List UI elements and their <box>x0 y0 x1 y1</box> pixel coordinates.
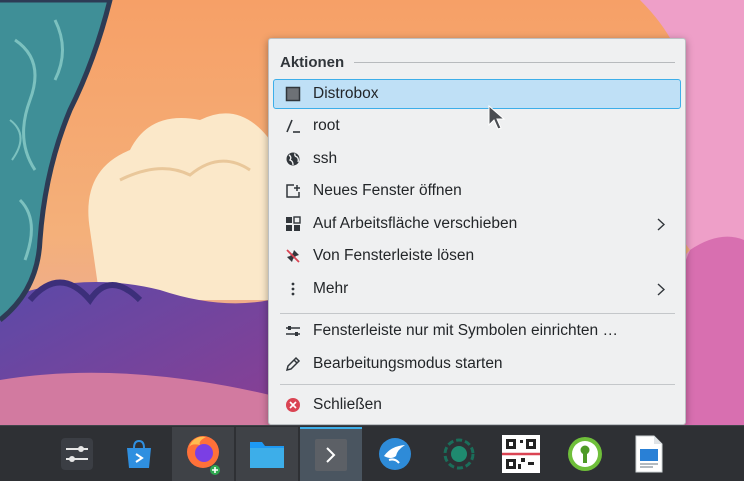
menu-item-close[interactable]: Schließen <box>273 390 681 420</box>
mouse-pointer-icon <box>488 105 506 130</box>
more-vertical-icon <box>284 280 302 298</box>
menu-item-label: ssh <box>313 150 338 167</box>
globe-icon <box>284 150 302 168</box>
menu-item-label: Schließen <box>313 396 382 413</box>
taskbar-panel <box>0 425 744 481</box>
menu-item-label: Neues Fenster öffnen <box>313 182 462 199</box>
menu-separator <box>280 313 675 314</box>
firefox-icon <box>187 436 220 475</box>
chevron-right-icon <box>654 282 668 296</box>
taskbar-file-manager[interactable] <box>236 427 298 481</box>
taskbar-application-launcher[interactable] <box>46 427 108 481</box>
menu-item-label: Bearbeitungsmodus starten <box>313 355 503 372</box>
terminal-prompt-icon <box>284 117 302 135</box>
virtual-desktops-icon <box>284 215 302 233</box>
menu-item-label: Mehr <box>313 280 349 297</box>
taskbar-document-viewer[interactable] <box>618 427 680 481</box>
bird-icon <box>379 438 411 470</box>
menu-item-distrobox[interactable]: Distrobox <box>273 79 681 109</box>
taskbar-discover-store[interactable] <box>108 427 170 481</box>
menu-separator <box>280 384 675 385</box>
section-title: Aktionen <box>280 53 345 71</box>
edit-pencil-icon <box>284 355 302 373</box>
menu-item-label: Fensterleiste nur mit Symbolen einrichte… <box>313 322 618 339</box>
dotted-circle-icon <box>443 438 475 470</box>
section-divider <box>354 61 675 63</box>
menu-item-unpin[interactable]: Von Fensterleiste lösen <box>273 241 681 271</box>
menu-item-ssh[interactable]: ssh <box>273 144 681 174</box>
menu-item-more[interactable]: Mehr <box>273 274 681 304</box>
sliders-launcher-icon <box>61 438 93 470</box>
terminal-square-icon <box>284 85 302 103</box>
menu-section-header: Aktionen <box>280 52 675 72</box>
terminal-icon <box>315 439 347 471</box>
configure-icon <box>284 322 302 340</box>
menu-item-edit-mode[interactable]: Bearbeitungsmodus starten <box>273 349 681 379</box>
document-icon <box>635 435 663 473</box>
taskbar-bird-app[interactable] <box>364 427 426 481</box>
menu-item-move-to-desktop[interactable]: Auf Arbeitsfläche verschieben <box>273 209 681 239</box>
menu-item-label: Distrobox <box>313 85 379 102</box>
context-menu: Aktionen Distrobox root ssh Neues Fenste… <box>268 38 686 425</box>
taskbar-konsole[interactable] <box>300 427 362 481</box>
folder-icon <box>250 442 284 468</box>
menu-item-label: Von Fensterleiste lösen <box>313 247 475 264</box>
menu-item-label: Auf Arbeitsfläche verschieben <box>313 215 518 232</box>
keyhole-icon <box>568 437 602 471</box>
menu-item-configure-taskbar[interactable]: Fensterleiste nur mit Symbolen einrichte… <box>273 316 681 346</box>
new-window-icon <box>284 182 302 200</box>
chevron-right-icon <box>654 217 668 231</box>
qr-code-icon <box>502 435 540 473</box>
unpin-icon <box>284 247 302 265</box>
taskbar-qr-code-app[interactable] <box>490 427 552 481</box>
taskbar-firefox[interactable] <box>172 427 234 481</box>
menu-item-root[interactable]: root <box>273 111 681 141</box>
taskbar-keepassxc[interactable] <box>554 427 616 481</box>
taskbar-circle-app[interactable] <box>428 427 490 481</box>
close-red-icon <box>284 396 302 414</box>
menu-item-new-window[interactable]: Neues Fenster öffnen <box>273 176 681 206</box>
store-bag-icon <box>127 439 151 468</box>
